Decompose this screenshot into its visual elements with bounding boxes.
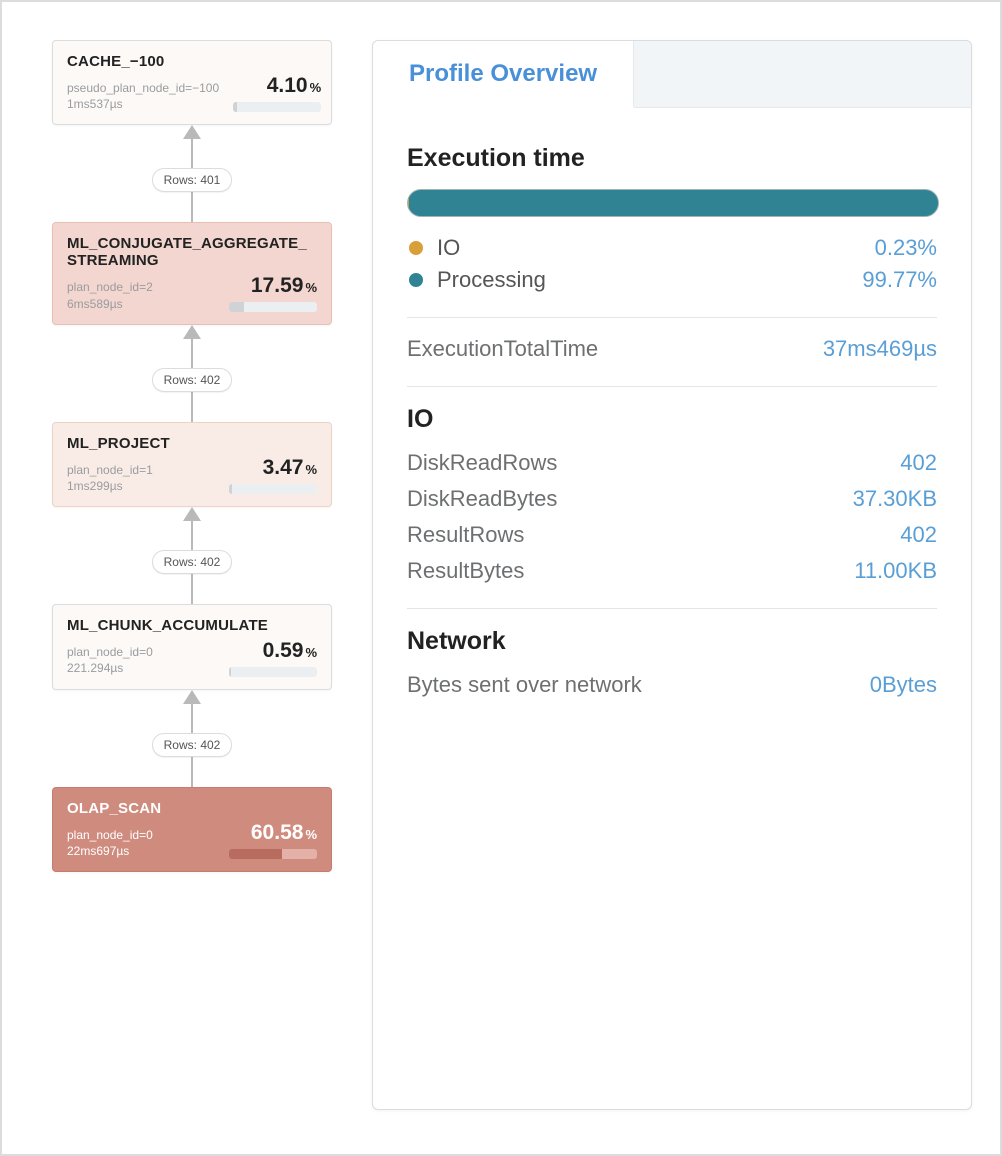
plan-node-percent: 60.58%	[225, 822, 317, 859]
plan-node-bar	[229, 484, 317, 494]
section-heading-network: Network	[407, 627, 937, 656]
arrowhead-icon	[183, 690, 201, 704]
tab-profile-overview[interactable]: Profile Overview	[373, 41, 634, 108]
plan-edge: Rows: 402	[42, 507, 342, 604]
plan-edge: Rows: 401	[42, 125, 342, 222]
plan-node-bar	[229, 667, 317, 677]
plan-edge: Rows: 402	[42, 325, 342, 422]
dot-icon	[409, 273, 423, 287]
plan-edge: Rows: 402	[42, 690, 342, 787]
plan-node-bar	[229, 302, 317, 312]
kv-value: 37.30KB	[853, 486, 937, 512]
plan-node[interactable]: OLAP_SCAN plan_node_id=0 22ms697µs 60.58…	[52, 787, 332, 872]
plan-node[interactable]: ML_PROJECT plan_node_id=1 1ms299µs 3.47%	[52, 422, 332, 507]
execution-time-bar-io	[408, 190, 409, 216]
legend-value: 0.23%	[875, 235, 937, 261]
execution-time-bar	[407, 189, 939, 217]
plan-node-title: ML_CONJUGATE_AGGREGATE_STREAMING	[67, 235, 317, 269]
edge-row-count: Rows: 401	[152, 168, 233, 192]
panel-tabs: Profile Overview	[373, 41, 971, 108]
section-heading-io: IO	[407, 405, 937, 434]
plan-node-title: CACHE_−100	[67, 53, 317, 70]
profile-overview-panel: Profile Overview Execution time IO 0.23%…	[372, 40, 972, 1110]
plan-node-title: OLAP_SCAN	[67, 800, 317, 817]
kv-label: ExecutionTotalTime	[407, 336, 598, 362]
plan-node-meta: pseudo_plan_node_id=−100 1ms537µs	[67, 80, 219, 112]
kv-label: DiskReadBytes	[407, 486, 557, 512]
edge-row-count: Rows: 402	[152, 550, 233, 574]
execution-legend: IO 0.23% Processing 99.77%	[409, 235, 937, 293]
plan-node-meta: plan_node_id=1 1ms299µs	[67, 462, 153, 494]
plan-node-percent: 4.10%	[229, 75, 321, 112]
kv-label: Bytes sent over network	[407, 672, 642, 698]
legend-label: IO	[437, 235, 460, 261]
legend-row-processing: Processing 99.77%	[409, 267, 937, 293]
arrowhead-icon	[183, 125, 201, 139]
kv-result-bytes: ResultBytes 11.00KB	[407, 558, 937, 584]
plan-node-percent: 17.59%	[225, 275, 317, 312]
plan-node-title: ML_CHUNK_ACCUMULATE	[67, 617, 317, 634]
plan-node-percent: 3.47%	[225, 457, 317, 494]
arrowhead-icon	[183, 325, 201, 339]
kv-value: 402	[900, 450, 937, 476]
plan-node-meta: plan_node_id=2 6ms589µs	[67, 279, 153, 311]
plan-node[interactable]: ML_CONJUGATE_AGGREGATE_STREAMING plan_no…	[52, 222, 332, 324]
plan-node-meta: plan_node_id=0 221.294µs	[67, 644, 153, 676]
kv-label: ResultRows	[407, 522, 524, 548]
legend-value: 99.77%	[862, 267, 937, 293]
kv-value: 0Bytes	[870, 672, 937, 698]
kv-disk-read-rows: DiskReadRows 402	[407, 450, 937, 476]
plan-tree: CACHE_−100 pseudo_plan_node_id=−100 1ms5…	[42, 40, 342, 872]
plan-node-percent: 0.59%	[225, 640, 317, 677]
kv-value: 402	[900, 522, 937, 548]
legend-row-io: IO 0.23%	[409, 235, 937, 261]
kv-value: 11.00KB	[854, 558, 937, 584]
edge-row-count: Rows: 402	[152, 733, 233, 757]
kv-label: ResultBytes	[407, 558, 524, 584]
kv-execution-total-time: ExecutionTotalTime 37ms469µs	[407, 336, 937, 362]
kv-disk-read-bytes: DiskReadBytes 37.30KB	[407, 486, 937, 512]
arrowhead-icon	[183, 507, 201, 521]
plan-node-title: ML_PROJECT	[67, 435, 317, 452]
plan-node-meta: plan_node_id=0 22ms697µs	[67, 827, 153, 859]
edge-row-count: Rows: 402	[152, 368, 233, 392]
kv-label: DiskReadRows	[407, 450, 557, 476]
section-heading-execution: Execution time	[407, 144, 937, 173]
plan-node-bar	[229, 849, 317, 859]
plan-node[interactable]: ML_CHUNK_ACCUMULATE plan_node_id=0 221.2…	[52, 604, 332, 689]
kv-result-rows: ResultRows 402	[407, 522, 937, 548]
kv-value: 37ms469µs	[823, 336, 937, 362]
divider	[407, 386, 937, 387]
divider	[407, 608, 937, 609]
divider	[407, 317, 937, 318]
kv-bytes-sent: Bytes sent over network 0Bytes	[407, 672, 937, 698]
legend-label: Processing	[437, 267, 546, 293]
plan-node-bar	[233, 102, 321, 112]
plan-node[interactable]: CACHE_−100 pseudo_plan_node_id=−100 1ms5…	[52, 40, 332, 125]
dot-icon	[409, 241, 423, 255]
